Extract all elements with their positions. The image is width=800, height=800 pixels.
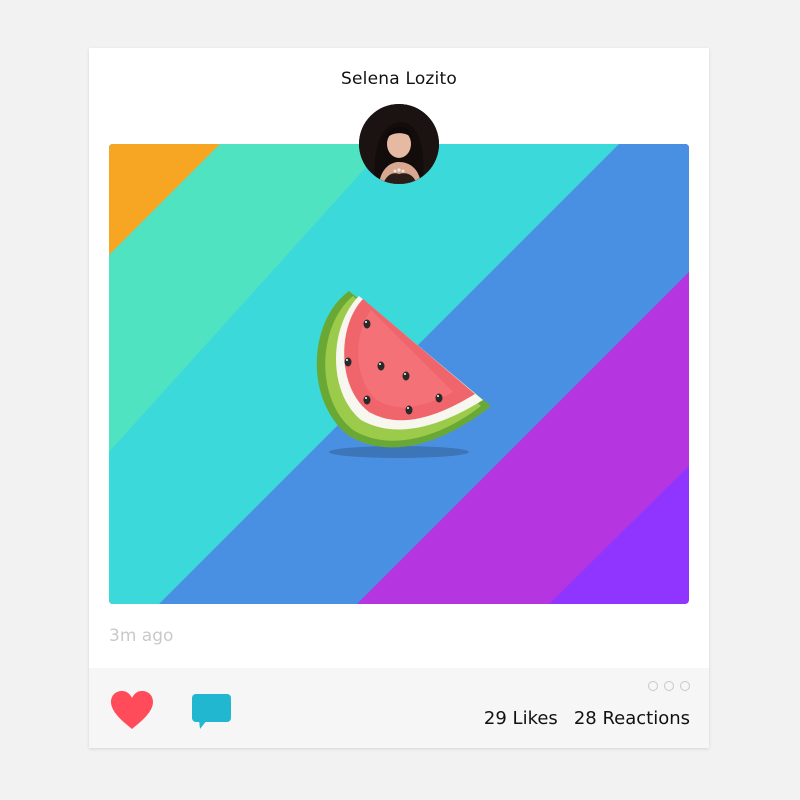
reactions-count[interactable]: 28 Reactions [574,708,690,729]
comment-button[interactable] [191,692,233,732]
dot-icon [680,681,690,691]
like-button[interactable] [109,690,155,730]
post-image[interactable] [109,144,689,604]
dot-icon [648,681,658,691]
post-stats: 29 Likes 28 Reactions [484,708,690,729]
dot-icon [664,681,674,691]
heart-icon [111,691,153,729]
post-timestamp: 3m ago [109,626,174,646]
post-card: Selena Lozito 3m ago 29 Likes 28 Reactio… [89,48,709,748]
watermelon-icon [316,291,491,458]
likes-count[interactable]: 29 Likes [484,708,558,729]
post-actions-bar: 29 Likes 28 Reactions [89,668,709,748]
speech-bubble-icon [192,694,231,729]
more-options-button[interactable] [648,681,690,691]
author-name[interactable]: Selena Lozito [89,69,709,89]
avatar[interactable] [359,104,439,184]
